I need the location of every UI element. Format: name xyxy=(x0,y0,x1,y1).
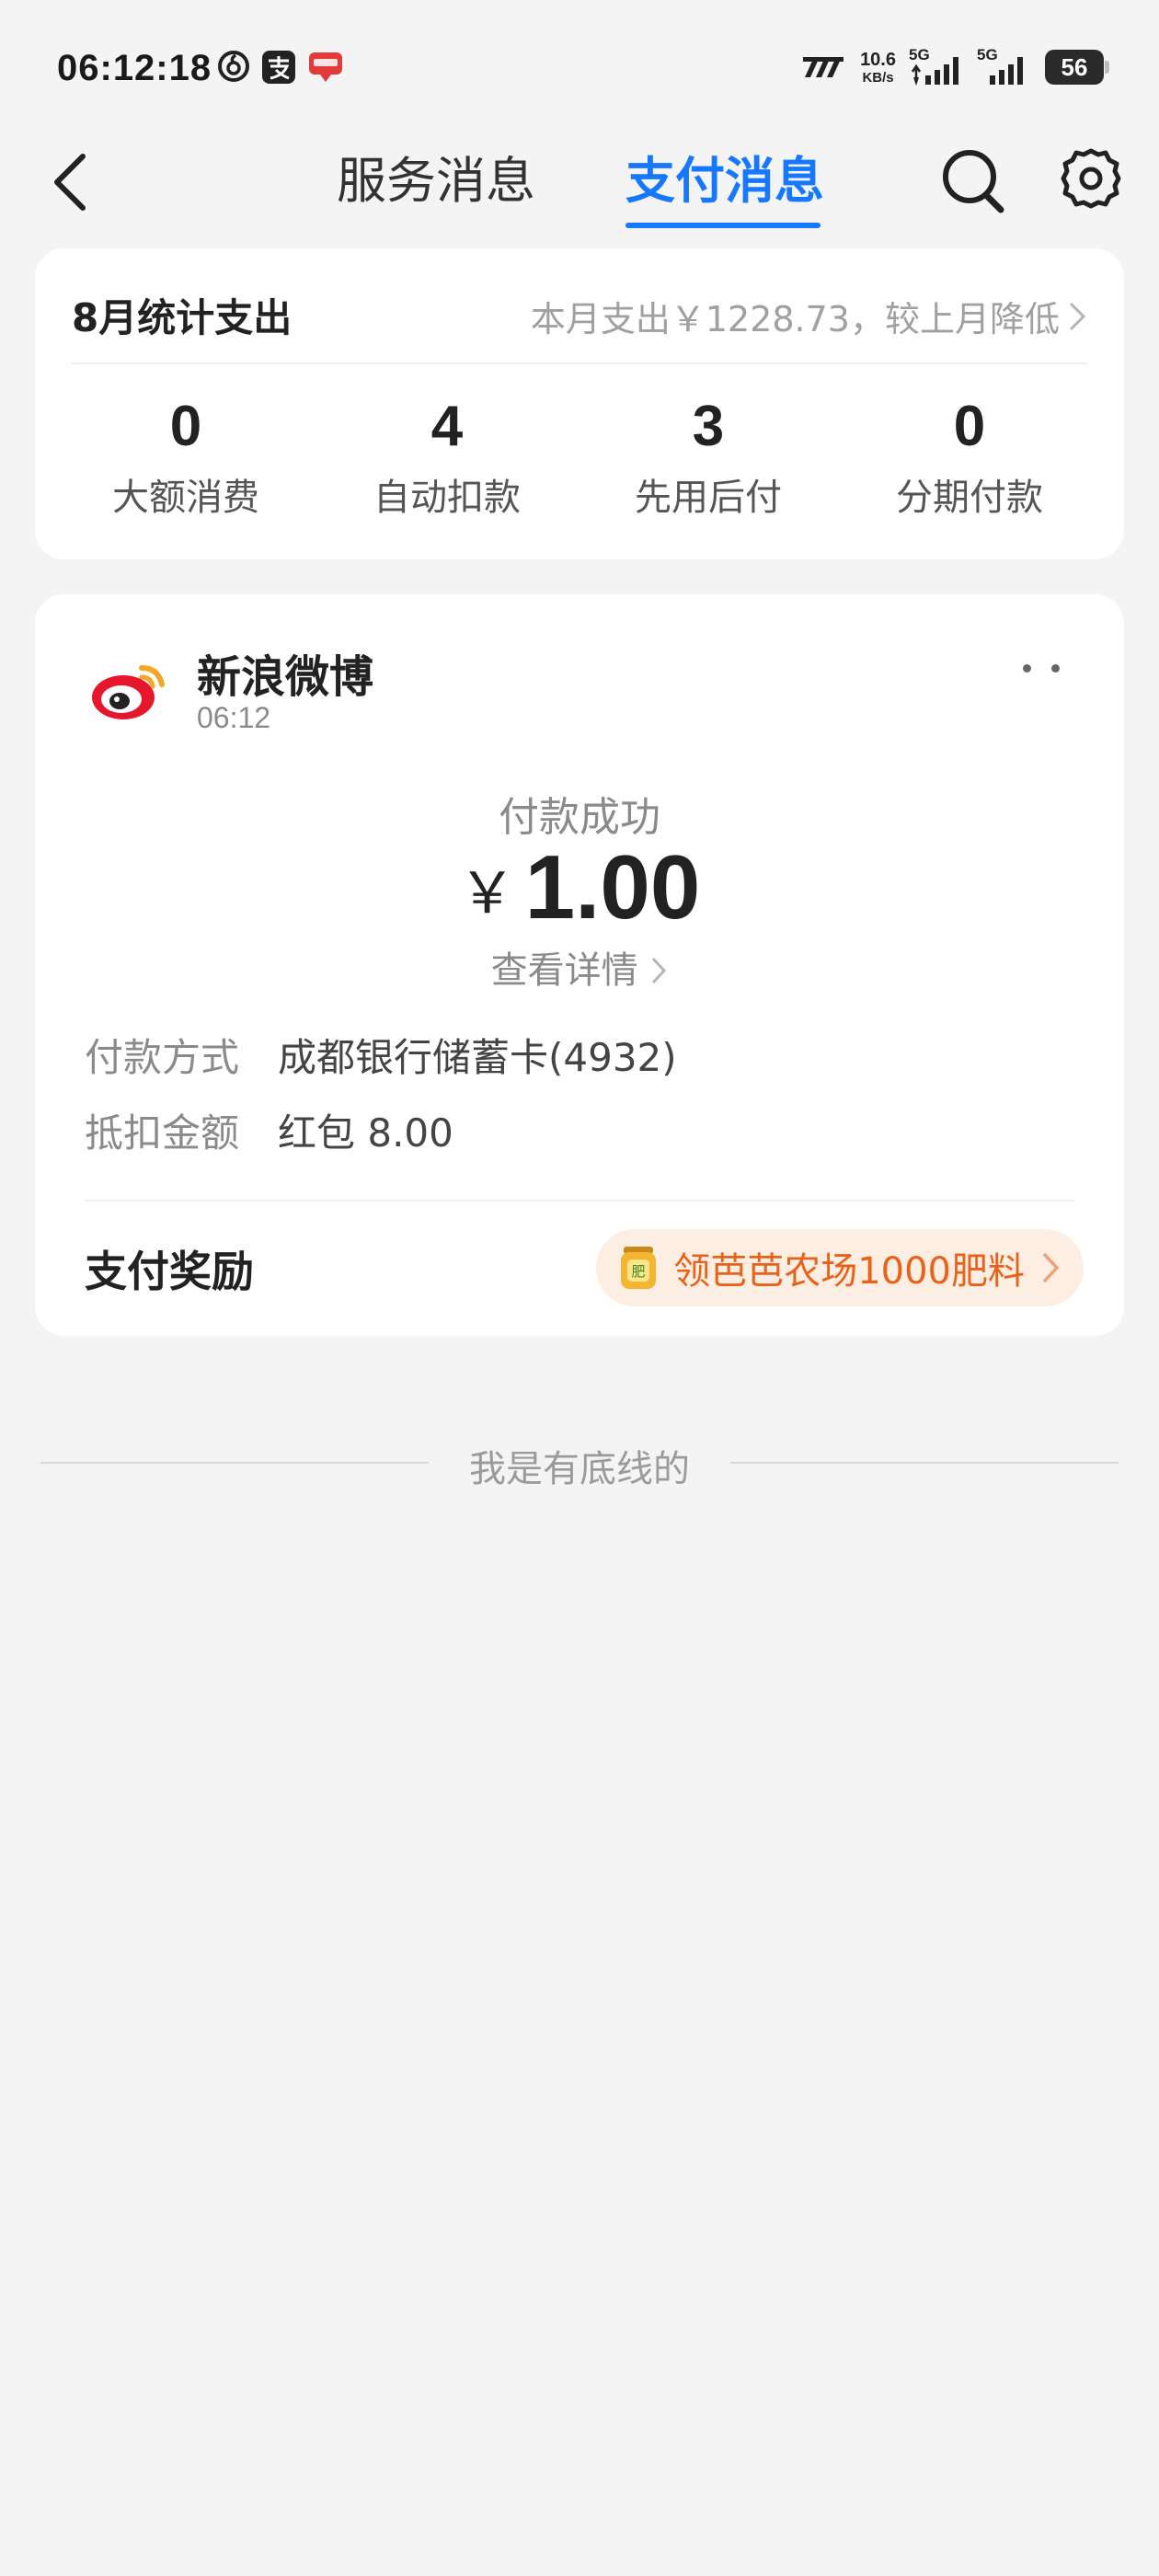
tab-service-messages[interactable]: 服务消息 xyxy=(337,140,535,213)
chevron-right-icon xyxy=(652,957,667,984)
card-divider xyxy=(85,1200,1074,1202)
deduction-row: 抵扣金额 红包 8.00 xyxy=(85,1102,453,1158)
payment-message-card[interactable]: 新浪微博 06:12 付款成功 ￥ 1.00 查看详情 付款方式 成都银行储蓄卡(4… xyxy=(35,594,1124,1336)
weibo-logo-icon xyxy=(85,646,173,734)
status-time: 06:12:18 xyxy=(57,48,212,88)
network-speed: 10.6 KB/s xyxy=(860,51,896,85)
tab-payment-messages[interactable]: 支付消息 xyxy=(625,140,824,213)
stat-label: 先用后付 xyxy=(635,477,782,520)
back-button[interactable] xyxy=(46,149,101,213)
notification-icons xyxy=(217,50,344,85)
view-details-text: 查看详情 xyxy=(490,949,638,992)
monthly-stats-card: 8月统计支出 本月支出￥1228.73，较上月降低 0 大额消费 4 自动扣款 … xyxy=(35,248,1124,559)
gear-icon xyxy=(1061,148,1121,209)
chevron-right-icon xyxy=(1069,302,1086,330)
stat-auto-deduction[interactable]: 4 自动扣款 xyxy=(327,395,567,521)
reward-button[interactable]: 肥 领芭芭农场1000肥料 xyxy=(596,1229,1084,1306)
stat-label: 分期付款 xyxy=(896,477,1043,520)
search-icon xyxy=(943,150,1004,213)
stat-value: 3 xyxy=(692,395,725,458)
back-arrow-icon xyxy=(54,154,86,211)
stats-title: 8月统计支出 xyxy=(72,295,293,340)
stat-value: 0 xyxy=(953,395,986,458)
footer-line-right xyxy=(730,1462,1119,1464)
end-of-list-footer: 我是有底线的 xyxy=(40,1432,1119,1492)
active-tab-indicator xyxy=(625,223,820,228)
more-dot xyxy=(1051,663,1060,673)
stats-summary[interactable]: 本月支出￥1228.73，较上月降低 xyxy=(531,291,1087,341)
payment-amount: ￥ 1.00 xyxy=(35,835,1124,939)
reward-title: 支付奖励 xyxy=(85,1247,254,1296)
signal-2: 5G xyxy=(977,46,1032,88)
chevron-right-icon xyxy=(1042,1252,1060,1283)
fertilizer-icon: 肥 xyxy=(621,1247,657,1289)
settings-button[interactable] xyxy=(1058,145,1124,212)
signal-bars-icon xyxy=(990,57,1023,85)
currency-symbol: ￥ xyxy=(458,858,516,926)
amount-value: 1.00 xyxy=(524,836,701,937)
footer-text: 我是有底线的 xyxy=(469,1448,690,1490)
hd-data-icon xyxy=(803,57,844,77)
payment-method-label: 付款方式 xyxy=(85,1035,240,1080)
stat-label: 大额消费 xyxy=(112,477,259,520)
stat-value: 4 xyxy=(430,395,464,458)
top-nav: 服务消息 支付消息 xyxy=(0,129,1159,239)
deduction-label: 抵扣金额 xyxy=(85,1110,240,1156)
alipay-icon xyxy=(262,51,295,84)
stat-installments[interactable]: 0 分期付款 xyxy=(850,395,1089,521)
signal-bars-icon xyxy=(911,57,958,86)
stat-pay-later[interactable]: 3 先用后付 xyxy=(589,395,828,521)
stats-divider xyxy=(72,362,1087,364)
payment-status: 付款成功 xyxy=(499,794,660,841)
merchant-name: 新浪微博 xyxy=(197,651,374,703)
signal-1: 5G xyxy=(909,46,964,88)
network-speed-value: 10.6 xyxy=(860,49,896,70)
status-right: 10.6 KB/s 5G 5G 56 xyxy=(801,46,1109,88)
stat-value: 0 xyxy=(169,395,202,458)
network-speed-unit: KB/s xyxy=(862,69,894,86)
unionpay-cloud-icon xyxy=(309,52,342,82)
more-dot xyxy=(1023,663,1031,673)
stats-header[interactable]: 8月统计支出 本月支出￥1228.73，较上月降低 xyxy=(72,287,1087,342)
reward-text: 领芭芭农场1000肥料 xyxy=(673,1250,1025,1293)
payment-method-value: 成都银行储蓄卡(4932) xyxy=(278,1035,677,1080)
stat-label: 自动扣款 xyxy=(373,477,521,520)
stat-large-spending[interactable]: 0 大额消费 xyxy=(66,395,305,521)
fertilizer-icon-text: 肥 xyxy=(632,1263,646,1280)
view-details-link[interactable]: 查看详情 xyxy=(35,940,1124,994)
status-bar: 06:12:18 10.6 KB/s 5G 5G 56 xyxy=(0,0,1159,138)
payment-method-row: 付款方式 成都银行储蓄卡(4932) xyxy=(85,1027,677,1083)
netease-music-icon xyxy=(218,51,249,82)
deduction-value: 红包 8.00 xyxy=(278,1110,453,1156)
battery-indicator: 56 xyxy=(1045,50,1109,85)
search-button[interactable] xyxy=(940,145,1006,215)
more-options-button[interactable] xyxy=(1023,659,1060,677)
message-time: 06:12 xyxy=(197,701,271,734)
stats-summary-text: 本月支出￥1228.73，较上月降低 xyxy=(530,299,1060,339)
